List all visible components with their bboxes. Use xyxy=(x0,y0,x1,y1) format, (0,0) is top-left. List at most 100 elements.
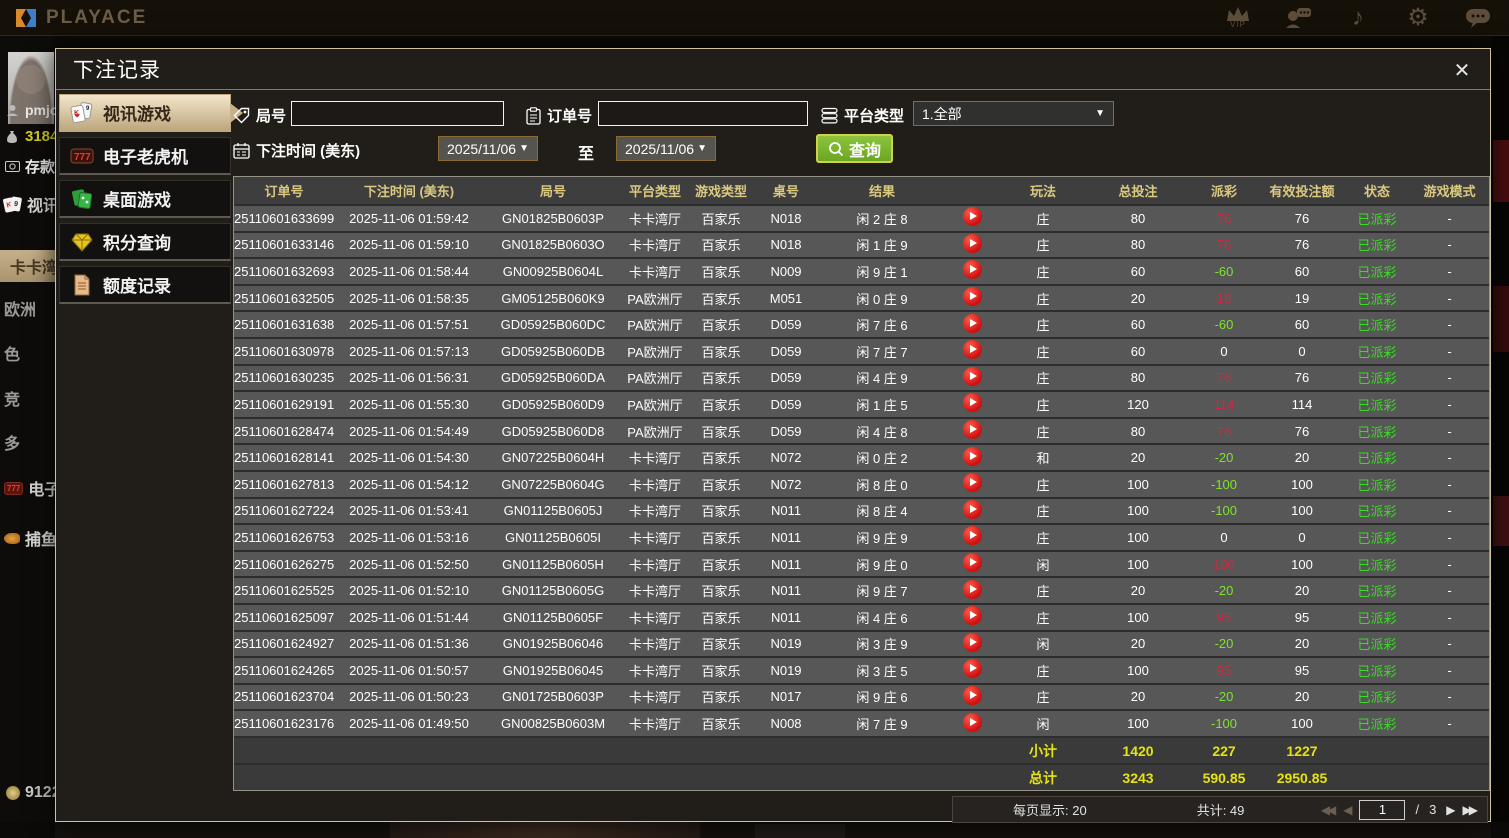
play-video-icon[interactable] xyxy=(962,340,982,360)
order-number-input[interactable] xyxy=(598,101,808,126)
cell-status: 已派彩 xyxy=(1357,690,1397,706)
cell-table-no: N072 xyxy=(770,450,802,466)
cell-payout: -100 xyxy=(1210,716,1238,732)
menu-item-points-query[interactable]: 积分查询 xyxy=(59,223,231,261)
cell-order: 251106016237046 xyxy=(234,689,334,705)
cell-table-no: N008 xyxy=(770,716,802,732)
cell-order: 251106016326938 xyxy=(234,263,334,279)
lobby-tab-kakawan-active[interactable]: 卡卡湾 xyxy=(0,250,55,282)
menu-item-slots[interactable]: 777 电子老虎机 xyxy=(59,137,231,175)
play-video-icon[interactable] xyxy=(962,207,982,227)
lobby-tab-europe[interactable]: 欧洲 xyxy=(4,296,36,320)
grand-total-payout: 590.85 xyxy=(1202,769,1246,786)
platform-type-select[interactable]: 1.全部 ▼ xyxy=(913,101,1114,126)
play-video-icon[interactable] xyxy=(962,526,982,546)
menu-item-quota-records[interactable]: 额度记录 xyxy=(59,266,231,304)
play-video-icon[interactable] xyxy=(962,685,982,705)
cell-game: 百家乐 xyxy=(701,530,741,546)
vip-label: VIP xyxy=(1230,20,1246,29)
chevron-down-icon: ▼ xyxy=(1095,108,1105,119)
cell-result: 闲 4 庄 6 xyxy=(856,610,908,626)
settings-gear-icon[interactable]: ⚙ xyxy=(1401,3,1435,33)
vip-icon[interactable]: VIP xyxy=(1221,3,1255,33)
column-header: 总投注 xyxy=(1118,184,1158,199)
play-video-icon[interactable] xyxy=(962,287,982,307)
customer-service-icon[interactable] xyxy=(1281,3,1315,33)
page-number-input[interactable] xyxy=(1359,799,1406,820)
lobby-tab-jing[interactable]: 竞 xyxy=(4,386,20,410)
search-button-label: 查询 xyxy=(849,142,882,160)
cell-platform: 卡卡湾厅 xyxy=(628,238,681,254)
next-page-icon[interactable]: ▶ xyxy=(1446,803,1455,817)
bet-records-dialog: 下注记录 ✕ 9 K 视讯游戏 777 电子老虎机 桌面游戏 积分查询 额度记录… xyxy=(55,48,1491,823)
play-video-icon[interactable] xyxy=(962,393,982,413)
play-video-icon[interactable] xyxy=(962,553,982,573)
cell-payout: 19 xyxy=(1216,290,1232,306)
play-video-icon[interactable] xyxy=(962,632,982,652)
table-row: 251106016262758 2025-11-06 01:52:50 GN0112… xyxy=(234,549,1489,577)
deposit-button[interactable]: 存款 xyxy=(4,156,55,177)
cell-bet-on: 庄 xyxy=(1036,291,1050,307)
prev-page-icon[interactable]: ◀ xyxy=(1343,803,1352,817)
round-number-input[interactable] xyxy=(291,101,504,126)
cell-play xyxy=(946,207,998,229)
menu-item-label: 额度记录 xyxy=(103,277,171,296)
cell-total-bet: 60 xyxy=(1130,263,1146,279)
search-button[interactable]: 查询 xyxy=(816,134,894,163)
playace-logo-icon xyxy=(16,8,36,27)
cell-total-bet: 20 xyxy=(1130,689,1146,705)
cell-payout: 95 xyxy=(1216,662,1232,678)
play-video-icon[interactable] xyxy=(962,446,982,466)
cell-round: GN01125B0605I xyxy=(505,529,601,545)
grand-total-total-bet: 3243 xyxy=(1122,769,1154,786)
play-video-icon[interactable] xyxy=(962,659,982,679)
cell-table-no: N009 xyxy=(770,263,802,279)
last-page-icon[interactable]: ▶▶ xyxy=(1463,803,1479,817)
cell-valid-bet: 76 xyxy=(1294,423,1310,439)
music-icon[interactable]: ♪ xyxy=(1341,3,1375,33)
cell-payout: -100 xyxy=(1210,476,1238,492)
menu-item-live-games[interactable]: 9 K 视讯游戏 xyxy=(59,94,243,132)
lobby-tab-slots[interactable]: 777 电子 xyxy=(4,476,55,500)
cell-game: 百家乐 xyxy=(701,690,741,706)
play-video-icon[interactable] xyxy=(962,712,982,732)
play-video-icon[interactable] xyxy=(962,366,982,386)
cell-status: 已派彩 xyxy=(1357,530,1397,546)
lobby-tab-duo[interactable]: 多 xyxy=(4,430,20,454)
table-row: 251106016284748 2025-11-06 01:54:49 GD0592… xyxy=(234,416,1489,444)
cell-time: 2025-11-06 01:49:50 xyxy=(349,716,469,732)
play-video-icon[interactable] xyxy=(962,233,982,253)
play-video-icon[interactable] xyxy=(962,579,982,599)
date-to-picker[interactable]: 2025/11/06 ▼ xyxy=(616,136,716,161)
platform-type-value: 1.全部 xyxy=(922,105,962,122)
play-video-icon[interactable] xyxy=(962,420,982,440)
play-video-icon[interactable] xyxy=(962,260,982,280)
date-from-picker[interactable]: 2025/11/06 ▼ xyxy=(438,136,538,161)
cell-platform: 卡卡湾厅 xyxy=(628,264,681,280)
table-row: 251106016249272 2025-11-06 01:51:36 GN0192… xyxy=(234,629,1489,657)
cell-game: 百家乐 xyxy=(701,477,741,493)
lobby-tab-se[interactable]: 色 xyxy=(4,341,20,365)
table-row: 251106016316382 2025-11-06 01:57:51 GD0592… xyxy=(234,310,1489,337)
play-video-icon[interactable] xyxy=(962,313,982,333)
close-icon[interactable]: ✕ xyxy=(1450,58,1474,82)
menu-item-table-games[interactable]: 桌面游戏 xyxy=(59,180,231,218)
cell-time: 2025-11-06 01:52:50 xyxy=(349,556,469,572)
cell-result: 闲 3 庄 9 xyxy=(856,637,908,653)
cell-mode: - xyxy=(1447,210,1452,226)
cell-mode: - xyxy=(1447,396,1452,412)
cell-platform: PA欧洲厅 xyxy=(627,344,683,360)
first-page-icon[interactable]: ◀◀ xyxy=(1321,803,1337,817)
lobby-tab-fishing[interactable]: 捕鱼 xyxy=(4,526,55,550)
cell-order: 251106016336998 xyxy=(234,210,334,226)
play-video-icon[interactable] xyxy=(962,606,982,626)
cell-total-bet: 100 xyxy=(1127,476,1149,492)
chat-bubble-icon[interactable] xyxy=(1461,3,1495,33)
play-video-icon[interactable] xyxy=(962,499,982,519)
cell-play xyxy=(946,340,998,362)
lobby-tab-video[interactable]: K9 视讯 xyxy=(2,192,55,216)
bottom-id-row: 9122 xyxy=(6,784,55,802)
background-game-thumbnail xyxy=(1493,496,1509,546)
play-video-icon[interactable] xyxy=(962,473,982,493)
date-range-to-label: 至 xyxy=(578,146,595,163)
